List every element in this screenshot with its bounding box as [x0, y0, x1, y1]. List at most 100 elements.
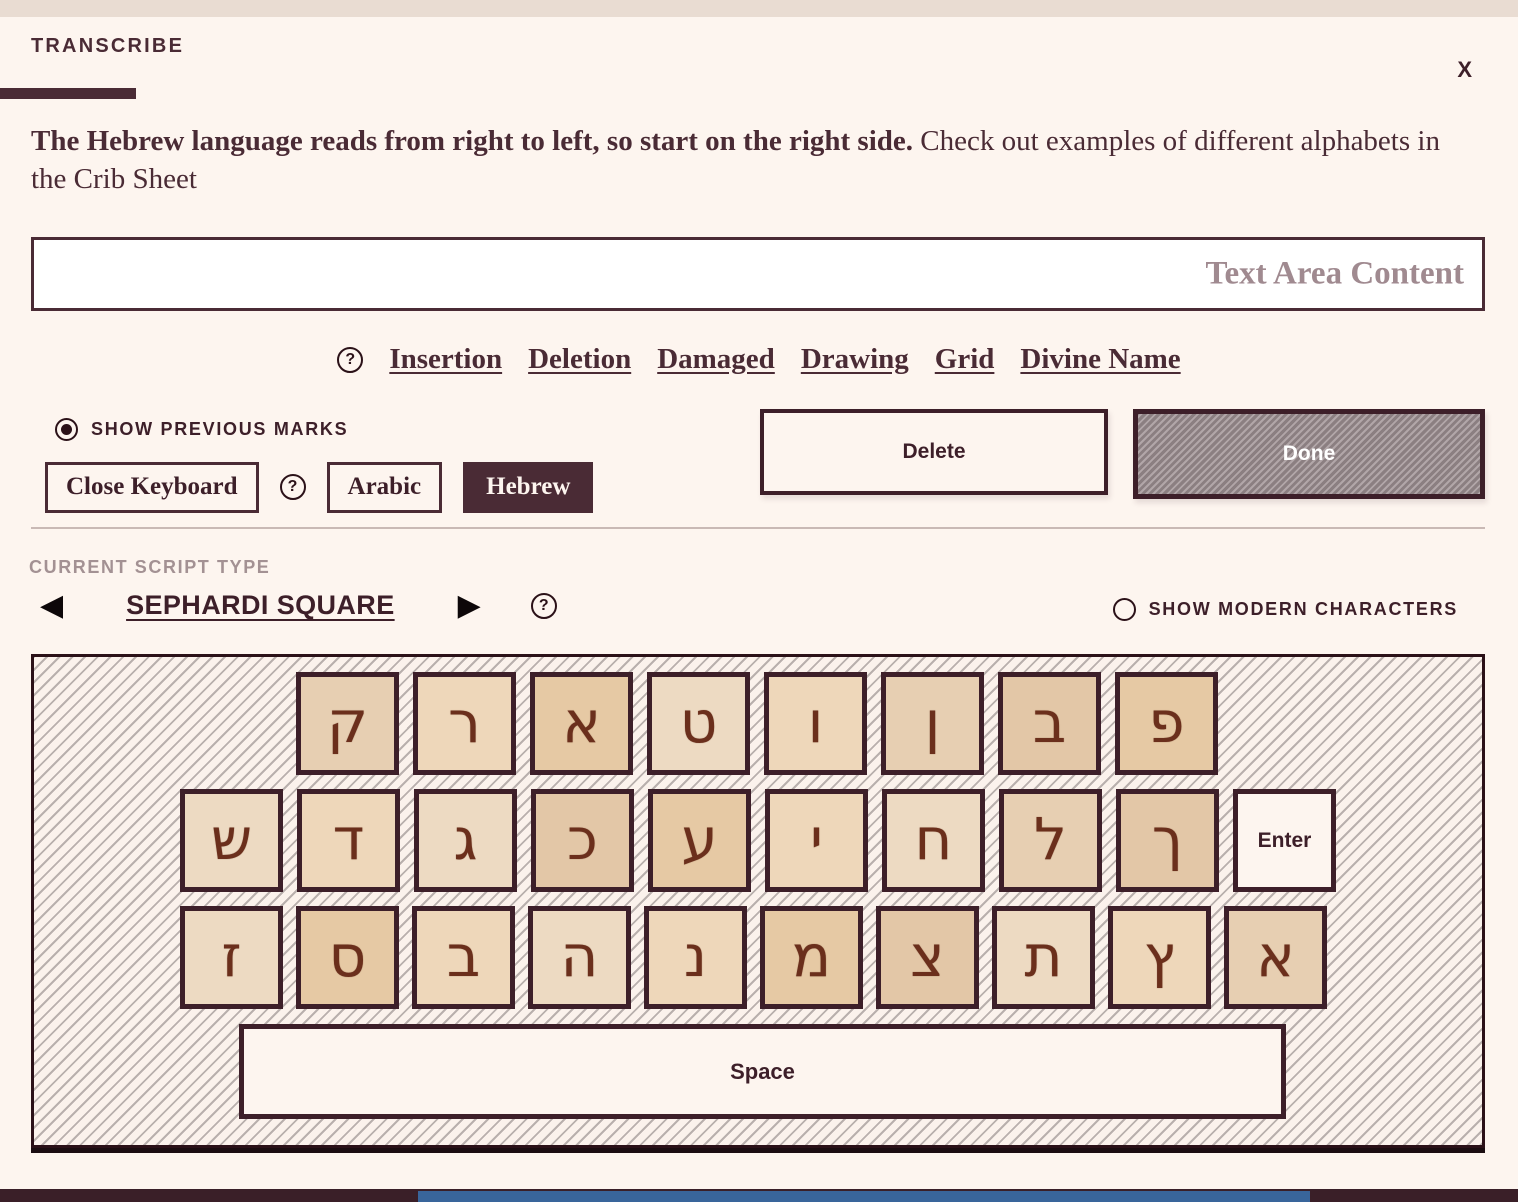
key-glyph: נ [683, 921, 708, 990]
key-gimel[interactable]: ג [414, 789, 517, 892]
key-dalet[interactable]: ד [297, 789, 400, 892]
markup-help-icon[interactable]: ? [337, 346, 364, 373]
key-tav[interactable]: ת [992, 906, 1095, 1009]
key-ayin[interactable]: ע [648, 789, 751, 892]
key-final-tsadi[interactable]: ץ [1108, 906, 1211, 1009]
next-script-arrow-icon[interactable]: ▶ [458, 590, 481, 621]
key-final-nun[interactable]: ן [881, 672, 984, 775]
footer-progress-bar [418, 1191, 1310, 1202]
key-alef[interactable]: א [530, 672, 633, 775]
script-type-navigator: ◀ SEPHARDI SQUARE ▶ ? [40, 590, 557, 621]
key-glyph: א [1256, 921, 1295, 990]
transcription-text-area[interactable]: Text Area Content [31, 237, 1485, 311]
key-glyph: ט [679, 687, 718, 756]
hebrew-onscreen-keyboard: ק ר א ט ו ן ב פ ש ד ג כ ע י ח ל ך Enter … [31, 654, 1485, 1148]
show-previous-marks-toggle[interactable]: SHOW PREVIOUS MARKS [55, 418, 348, 441]
key-pe[interactable]: פ [1115, 672, 1218, 775]
section-divider [31, 527, 1485, 529]
prev-script-arrow-icon[interactable]: ◀ [40, 590, 63, 621]
key-glyph: צ [910, 921, 945, 990]
instructions-bold: The Hebrew language reads from right to … [31, 125, 914, 157]
markup-drawing-link[interactable]: Drawing [801, 343, 909, 376]
instructions-text: The Hebrew language reads from right to … [31, 122, 1481, 198]
delete-button[interactable]: Delete [760, 409, 1108, 495]
keyboard-controls: Close Keyboard ? Arabic Hebrew [45, 462, 594, 513]
key-glyph: ש [210, 804, 253, 873]
key-qof[interactable]: ק [296, 672, 399, 775]
markup-deletion-link[interactable]: Deletion [528, 343, 631, 376]
modal-header: TRANSCRIBE X [0, 17, 1518, 99]
key-glyph: א [562, 687, 601, 756]
key-glyph: י [810, 804, 823, 873]
keyboard-row-1: ק ר א ט ו ן ב פ [296, 672, 1218, 775]
key-nun[interactable]: נ [644, 906, 747, 1009]
current-script-type-label: CURRENT SCRIPT TYPE [29, 557, 271, 577]
key-final-kaf[interactable]: ך [1116, 789, 1219, 892]
key-enter[interactable]: Enter [1233, 789, 1336, 892]
close-keyboard-button[interactable]: Close Keyboard [45, 462, 259, 513]
key-glyph: ת [1024, 921, 1063, 990]
key-glyph: כ [567, 804, 598, 873]
show-modern-characters-toggle[interactable]: SHOW MODERN CHARACTERS [1112, 598, 1458, 621]
key-glyph: ך [1151, 804, 1184, 873]
radio-filled-icon[interactable] [55, 418, 78, 441]
top-strip [0, 0, 1518, 17]
key-glyph: ז [221, 921, 242, 990]
key-resh[interactable]: ר [413, 672, 516, 775]
key-glyph: ד [332, 804, 365, 873]
key-kaf[interactable]: כ [531, 789, 634, 892]
key-glyph: ו [807, 687, 824, 756]
arabic-language-button[interactable]: Arabic [326, 462, 443, 513]
markup-insertion-link[interactable]: Insertion [389, 343, 502, 376]
text-area-placeholder: Text Area Content [1205, 255, 1465, 292]
keyboard-row-3: ז ס ב ה נ מ צ ת ץ א [180, 906, 1327, 1009]
key-glyph: מ [791, 921, 832, 990]
key-glyph: ע [681, 804, 718, 873]
script-type-name[interactable]: SEPHARDI SQUARE [126, 590, 395, 621]
page-title: TRANSCRIBE [31, 35, 185, 57]
key-glyph: ח [914, 804, 953, 873]
markup-divine-name-link[interactable]: Divine Name [1020, 343, 1180, 376]
show-modern-characters-label: SHOW MODERN CHARACTERS [1148, 599, 1458, 619]
keyboard-help-icon[interactable]: ? [279, 474, 306, 501]
key-glyph: ץ [1143, 921, 1176, 990]
key-glyph: ג [453, 804, 478, 873]
hebrew-language-button[interactable]: Hebrew [463, 462, 594, 513]
title-underline [0, 88, 136, 99]
key-glyph: ב [446, 921, 481, 990]
key-glyph: ב [1032, 687, 1067, 756]
markup-grid-link[interactable]: Grid [935, 343, 995, 376]
key-tet[interactable]: ט [647, 672, 750, 775]
key-glyph: ן [924, 687, 941, 756]
key-tsadi[interactable]: צ [876, 906, 979, 1009]
close-icon[interactable]: X [1457, 57, 1472, 83]
key-space[interactable]: Space [239, 1024, 1286, 1119]
key-yod[interactable]: י [765, 789, 868, 892]
key-glyph: ק [326, 687, 369, 756]
key-zayin[interactable]: ז [180, 906, 283, 1009]
key-alef-2[interactable]: א [1224, 906, 1327, 1009]
key-lamed[interactable]: ל [999, 789, 1102, 892]
done-button[interactable]: Done [1133, 409, 1485, 499]
key-bet[interactable]: ב [998, 672, 1101, 775]
key-glyph: ס [328, 921, 367, 990]
key-glyph: פ [1148, 687, 1185, 756]
key-samekh[interactable]: ס [296, 906, 399, 1009]
key-glyph: ה [560, 921, 599, 990]
keyboard-row-2: ש ד ג כ ע י ח ל ך Enter [180, 789, 1336, 892]
markup-toolbar: ? Insertion Deletion Damaged Drawing Gri… [0, 343, 1518, 376]
key-mem[interactable]: מ [760, 906, 863, 1009]
keyboard-shadow [31, 1148, 1485, 1153]
key-vet[interactable]: ב [412, 906, 515, 1009]
key-glyph: ר [448, 687, 481, 756]
key-het[interactable]: ח [882, 789, 985, 892]
key-he[interactable]: ה [528, 906, 631, 1009]
show-previous-marks-label: SHOW PREVIOUS MARKS [91, 419, 349, 439]
key-vav[interactable]: ו [764, 672, 867, 775]
markup-damaged-link[interactable]: Damaged [657, 343, 775, 376]
key-shin[interactable]: ש [180, 789, 283, 892]
transcribe-modal: TRANSCRIBE X The Hebrew language reads f… [0, 0, 1518, 1202]
script-type-help-icon[interactable]: ? [530, 592, 557, 619]
keyboard-row-4: Space [239, 1024, 1286, 1119]
radio-empty-icon[interactable] [1112, 598, 1136, 621]
